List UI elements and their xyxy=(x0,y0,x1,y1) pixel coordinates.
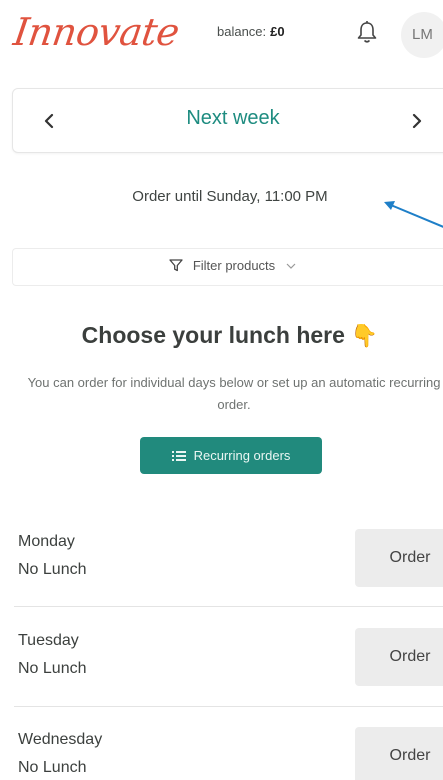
filter-products-button[interactable]: Filter products xyxy=(12,248,443,286)
page-title: Choose your lunch here 👇 xyxy=(0,322,443,349)
title-text: Choose your lunch here xyxy=(81,322,345,348)
day-status: No Lunch xyxy=(18,759,87,776)
list-icon xyxy=(171,451,186,461)
filter-label: Filter products xyxy=(192,258,276,273)
order-button-monday[interactable]: Order xyxy=(355,529,443,587)
order-deadline: Order until Sunday, 11:00 PM xyxy=(132,188,328,205)
page-subtitle: You can order for individual days below … xyxy=(27,375,441,412)
funnel-icon xyxy=(169,259,183,272)
day-name: Monday xyxy=(18,533,75,550)
divider xyxy=(14,606,443,607)
page: Innovate balance: £0 LM Next week Order u… xyxy=(0,0,443,780)
bell-icon[interactable] xyxy=(356,20,378,44)
chevron-right-icon[interactable] xyxy=(409,109,425,133)
recurring-orders-button[interactable]: Recurring orders xyxy=(140,437,322,474)
app-header: Innovate balance: £0 LM xyxy=(0,0,443,70)
avatar[interactable]: LM xyxy=(401,12,443,58)
day-name: Wednesday xyxy=(18,731,103,748)
day-row-wednesday: Wednesday No Lunch Order xyxy=(14,727,443,780)
day-status: No Lunch xyxy=(18,660,87,677)
order-button-wednesday[interactable]: Order xyxy=(355,727,443,780)
arrow-icon xyxy=(384,201,443,228)
order-button-tuesday[interactable]: Order xyxy=(355,628,443,686)
filter-content: Filter products xyxy=(13,258,443,273)
day-row-tuesday: Tuesday No Lunch Order xyxy=(14,628,443,718)
week-selector: Next week xyxy=(12,88,443,153)
recurring-orders-label: Recurring orders xyxy=(193,448,291,463)
pointing-down-icon: 👇 xyxy=(350,323,379,348)
week-label: Next week xyxy=(186,107,280,129)
balance-label: balance: xyxy=(217,24,267,39)
chevron-down-icon xyxy=(286,263,296,269)
brand-logo[interactable]: Innovate xyxy=(11,10,182,54)
day-name: Tuesday xyxy=(18,632,79,649)
divider xyxy=(14,706,443,707)
balance-value: £0 xyxy=(270,24,285,39)
balance-display: balance: £0 xyxy=(217,24,285,39)
day-status: No Lunch xyxy=(18,561,87,578)
